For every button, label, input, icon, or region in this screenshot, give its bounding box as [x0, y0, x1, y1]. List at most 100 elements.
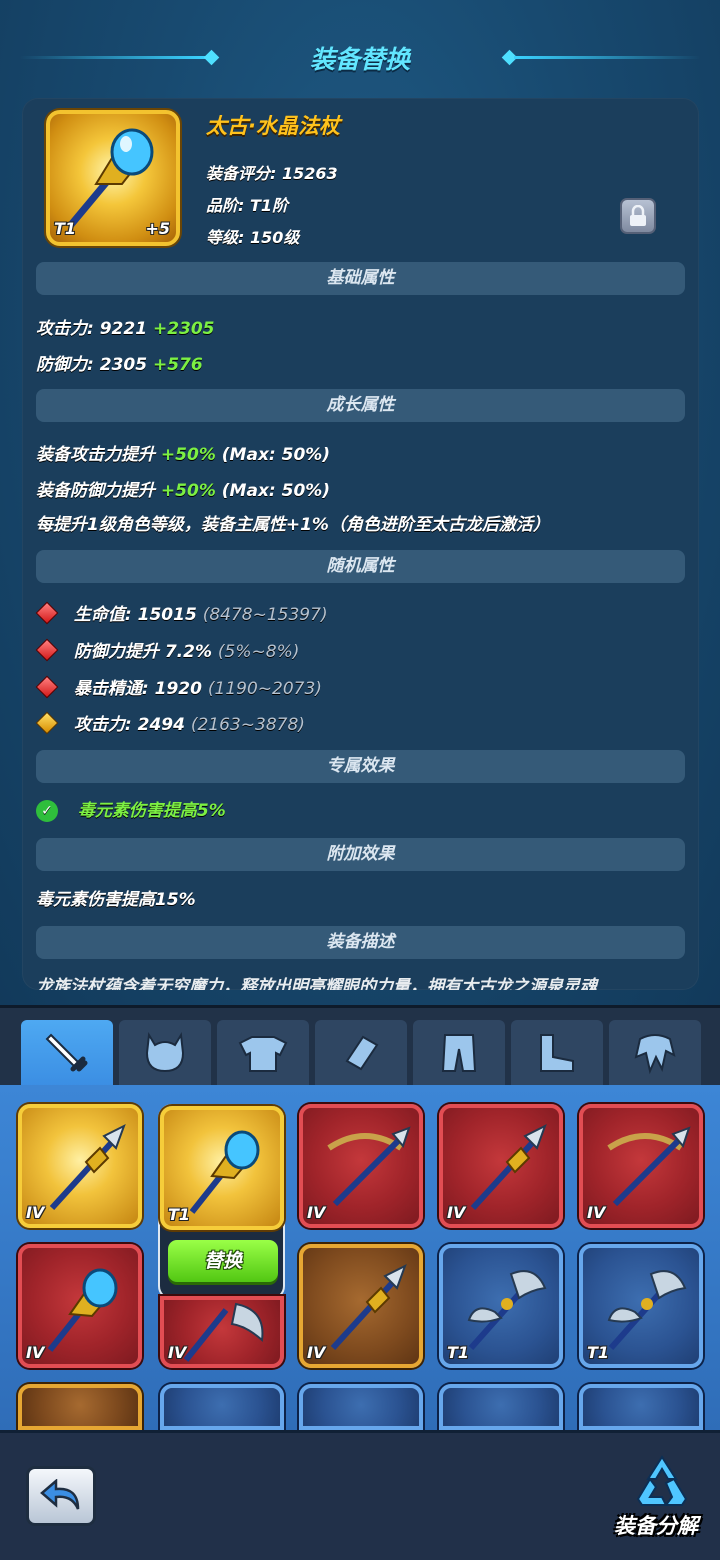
tab-helmet[interactable] [119, 1020, 211, 1086]
tier-badge: IV [587, 1203, 606, 1222]
equipment-slot[interactable]: T1 [579, 1244, 703, 1368]
tier-badge: IV [307, 1203, 326, 1222]
stat-bonus: +576 [152, 355, 203, 375]
item-level: 等级: 150级 [206, 228, 300, 247]
boots-icon [540, 1034, 574, 1072]
back-button[interactable] [26, 1466, 96, 1526]
extra-effect-text: 毒元素伤害提高15% [36, 890, 196, 910]
section-exclusive-effect: 专属效果 [36, 750, 685, 783]
tab-cloak[interactable] [609, 1020, 701, 1086]
tab-pants[interactable] [413, 1020, 505, 1086]
tier-badge: T1 [54, 219, 77, 238]
tab-weapon[interactable] [21, 1020, 113, 1086]
lock-icon [630, 205, 646, 226]
tier-badge: T1 [447, 1343, 470, 1362]
red-gem-icon [37, 677, 57, 697]
growth-note: 每提升1级角色等级，装备主属性+1%（角色进阶至太古龙后激活） [36, 515, 550, 535]
stat-max: (Max: 50%) [221, 481, 331, 501]
stat-bonus: +50% [160, 445, 216, 465]
equipment-slot[interactable]: IV [579, 1104, 703, 1228]
stat-bonus: +50% [160, 481, 216, 501]
stat-label: 攻击力: 2494 [73, 715, 185, 735]
equipment-slot[interactable] [18, 1384, 142, 1430]
tier-badge: IV [447, 1203, 466, 1222]
stat-bonus: +2305 [152, 319, 215, 339]
tier-badge: IV [168, 1343, 187, 1362]
crossbow-icon [327, 1126, 411, 1207]
section-random-attributes: 随机属性 [36, 550, 685, 583]
tier-badge: IV [26, 1343, 45, 1362]
growth-row: 装备攻击力提升 +50% (Max: 50%) [36, 440, 330, 465]
description-text: 龙族法杖蕴含着无穷魔力，释放出明亮耀眼的力量，拥有太古龙之源泉灵魂 [36, 977, 597, 990]
equipment-slot[interactable]: IV [18, 1104, 142, 1228]
section-growth-attributes: 成长属性 [36, 389, 685, 422]
equipment-slot[interactable]: IV [299, 1104, 423, 1228]
equipment-slot[interactable] [160, 1384, 284, 1430]
stat-label: 防御力提升 7.2% [73, 642, 212, 662]
stat-label: 暴击精通: 1920 [73, 679, 202, 699]
item-score: 装备评分: 15263 [206, 164, 338, 183]
armor-icon [238, 1036, 288, 1072]
salvage-label[interactable]: 装备分解 [614, 1510, 698, 1540]
section-description: 装备描述 [36, 926, 685, 959]
stat-range: (5%~8%) [217, 642, 300, 662]
replace-button[interactable]: 替换 [168, 1240, 278, 1282]
random-stat-row: 暴击精通: 1920 (1190~2073) [36, 674, 322, 699]
growth-row: 装备防御力提升 +50% (Max: 50%) [36, 476, 330, 501]
check-icon: ✓ [36, 800, 58, 822]
lock-button[interactable] [620, 198, 656, 234]
random-stat-row: 防御力提升 7.2% (5%~8%) [36, 637, 299, 662]
stat-range: (8478~15397) [202, 605, 328, 625]
axe-icon [183, 1302, 264, 1362]
pants-icon [441, 1034, 477, 1072]
exclusive-effect-text: 毒元素伤害提高5% [77, 801, 226, 821]
equipment-slot[interactable] [299, 1384, 423, 1430]
gold-gem-icon [37, 713, 57, 733]
red-gem-icon [37, 640, 57, 660]
recycle-icon[interactable] [630, 1453, 694, 1513]
tab-bracer[interactable] [315, 1020, 407, 1086]
item-detail-panel[interactable]: T1 +5 太古·水晶法杖 装备评分: 15263 品阶: T1阶 等级: 15… [22, 98, 699, 990]
stat-max: (Max: 50%) [221, 445, 331, 465]
axe-icon [607, 1270, 687, 1350]
stat-label: 装备攻击力提升 [36, 445, 155, 465]
stat-label: 防御力: 2305 [36, 355, 148, 375]
equipment-slot[interactable]: T1 [439, 1244, 563, 1368]
back-arrow-icon [40, 1479, 80, 1510]
equipment-slot[interactable]: IV [299, 1244, 423, 1368]
stat-label: 装备防御力提升 [36, 481, 155, 501]
section-base-attributes: 基础属性 [36, 262, 685, 295]
tier-badge: T1 [168, 1205, 191, 1224]
item-grade: 品阶: T1阶 [206, 196, 289, 215]
stat-row: 防御力: 2305 +576 [36, 350, 203, 375]
random-stat-row: 生命值: 15015 (8478~15397) [36, 600, 328, 625]
crystal-staff-icon [47, 1268, 118, 1352]
exclusive-effect-row: ✓ 毒元素伤害提高5% [36, 796, 226, 822]
equipment-slot[interactable] [439, 1384, 563, 1430]
tab-boots[interactable] [511, 1020, 603, 1086]
equipment-slot[interactable]: IV [18, 1244, 142, 1368]
equipment-slot[interactable] [579, 1384, 703, 1430]
axe-icon [467, 1270, 547, 1350]
header: 装备替换 [0, 30, 720, 86]
stat-label: 攻击力: 9221 [36, 319, 148, 339]
equipment-slot-selected[interactable]: T1 [160, 1106, 284, 1230]
helmet-icon [145, 1031, 185, 1073]
tier-badge: T1 [587, 1343, 610, 1362]
tab-armor[interactable] [217, 1020, 309, 1086]
spear-icon [330, 1263, 407, 1351]
header-line-right [514, 56, 700, 59]
tier-badge: IV [307, 1343, 326, 1362]
spear-icon [470, 1123, 547, 1211]
sword-icon [45, 1033, 88, 1072]
crystal-staff-icon [189, 1130, 260, 1214]
equipment-slot[interactable]: IV [439, 1104, 563, 1228]
crossbow-icon [607, 1126, 691, 1207]
spear-icon [49, 1123, 126, 1211]
stat-range: (2163~3878) [190, 715, 305, 735]
equipment-slot[interactable]: IV [160, 1296, 284, 1368]
item-name: 太古·水晶法杖 [206, 114, 340, 138]
enhance-badge: +5 [145, 219, 170, 238]
tier-badge: IV [26, 1203, 45, 1222]
cloak-icon [634, 1034, 676, 1075]
